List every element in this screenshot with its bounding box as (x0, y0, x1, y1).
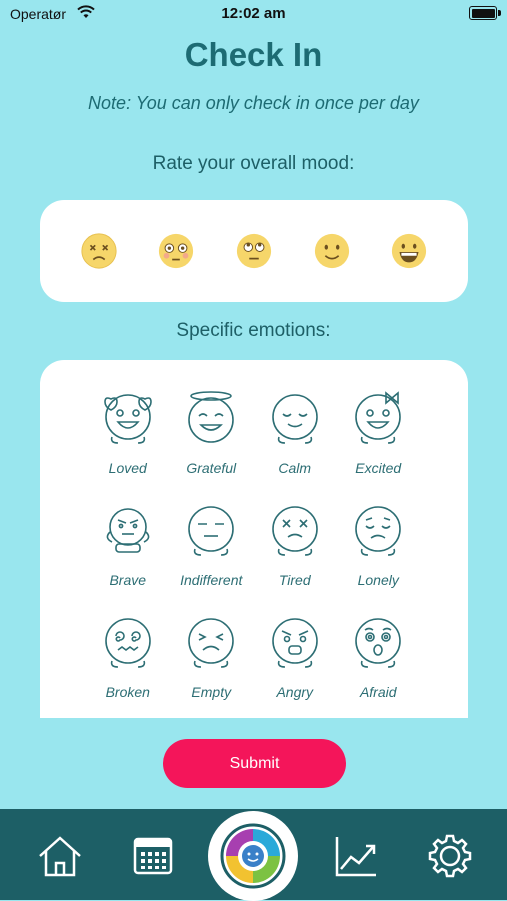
emotion-loved[interactable]: Loved (86, 390, 170, 502)
emotion-empty[interactable]: Empty (170, 614, 254, 718)
emotion-label: Tired (278, 572, 311, 588)
emotion-label: Afraid (359, 684, 397, 700)
page-title: Check In (184, 36, 323, 73)
emotions-card: Loved Grateful Calm Excited Brave Indiff… (40, 360, 468, 718)
emotion-grateful[interactable]: Grateful (170, 390, 254, 502)
emotion-label: Calm (278, 460, 312, 476)
loved-face-icon (103, 394, 152, 444)
broken-face-icon (104, 618, 151, 668)
emotion-broken[interactable]: Broken (86, 614, 170, 718)
emotion-brave[interactable]: Brave (86, 502, 170, 614)
flushed-face-icon[interactable] (157, 232, 195, 270)
chart-icon[interactable] (333, 833, 379, 879)
excited-face-icon (355, 391, 402, 444)
rolling-eyes-face-icon[interactable] (235, 232, 273, 270)
status-bar: Operatør 12:02 am (0, 0, 507, 28)
emotion-label: Excited (355, 460, 402, 476)
emotion-label: Broken (105, 684, 150, 700)
emotion-indifferent[interactable]: Indifferent (170, 502, 254, 614)
tired-face-icon (271, 506, 318, 556)
calm-face-icon (271, 394, 318, 444)
emotion-label: Lonely (357, 572, 399, 588)
emotion-afraid[interactable]: Afraid (337, 614, 421, 718)
emotion-label: Brave (109, 572, 147, 588)
submit-button[interactable]: Submit (163, 739, 346, 788)
emotion-label: Grateful (186, 460, 237, 476)
angry-face-icon (271, 618, 318, 668)
mood-label: Rate your overall mood: (152, 153, 355, 174)
home-icon[interactable] (37, 833, 83, 879)
indifferent-face-icon (188, 506, 235, 556)
mood-rating-card (40, 200, 468, 302)
emotions-label: Specific emotions: (176, 320, 331, 341)
emotion-lonely[interactable]: Lonely (337, 502, 421, 614)
slight-smile-face-icon[interactable] (313, 232, 351, 270)
check-in-tab[interactable] (208, 811, 298, 901)
emotion-label: Indifferent (180, 572, 243, 588)
calendar-icon[interactable] (130, 833, 176, 879)
empty-face-icon (188, 618, 235, 668)
emotion-excited[interactable]: Excited (337, 390, 421, 502)
brave-face-icon (106, 508, 150, 553)
clock: 12:02 am (221, 5, 286, 22)
lonely-face-icon (355, 506, 402, 556)
gear-icon[interactable] (427, 833, 473, 879)
emotion-label: Angry (276, 684, 314, 700)
grin-face-icon[interactable] (390, 232, 428, 270)
afraid-face-icon (355, 618, 402, 668)
check-in-note: Note: You can only check in once per day (88, 93, 419, 113)
emotion-angry[interactable]: Angry (253, 614, 337, 718)
emotion-tired[interactable]: Tired (253, 502, 337, 614)
emotion-label: Empty (191, 684, 232, 700)
grateful-face-icon (188, 391, 235, 443)
emotion-label: Loved (108, 460, 147, 476)
mood-wheel-icon (220, 823, 286, 889)
battery-icon (469, 6, 501, 20)
emotion-calm[interactable]: Calm (253, 390, 337, 502)
dizzy-face-icon[interactable] (80, 232, 118, 270)
